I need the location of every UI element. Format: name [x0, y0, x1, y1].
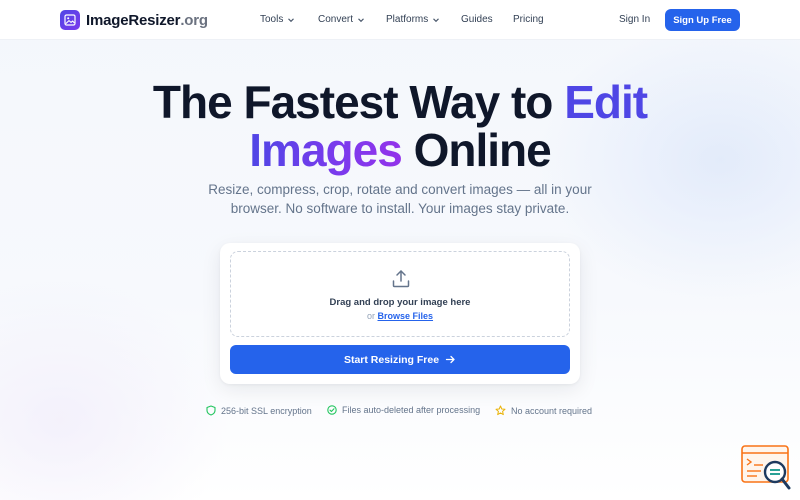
trust-no-account-label: No account required [511, 405, 593, 416]
hero-title-line1: The Fastest Way to Edit [152, 76, 648, 128]
trust-auto-delete-label: Files auto-deleted after processing [342, 405, 481, 415]
star-icon [495, 405, 506, 416]
search-code-icon [741, 445, 791, 490]
brand-logo[interactable]: ImageResizer.org [60, 10, 208, 30]
or-text: or [366, 311, 375, 321]
shield-icon [206, 405, 216, 416]
top-nav: ImageResizer.org Tools Convert Platforms… [0, 0, 800, 40]
trust-ssl-label: 256-bit SSL encryption [221, 405, 312, 416]
hero-highlight-images: Images [249, 124, 403, 176]
hero-title-line2: Images Online [249, 124, 551, 176]
nav-pricing-label: Pricing [513, 14, 544, 25]
help-widget[interactable] [741, 444, 793, 492]
trust-auto-delete: Files auto-deleted after processing [327, 405, 480, 415]
chevron-down-icon [358, 17, 364, 22]
nav-platforms[interactable]: Platforms [386, 14, 440, 25]
browse-files-link[interactable]: Browse Files [378, 311, 434, 321]
sign-in-link[interactable]: Sign In [619, 14, 650, 25]
check-circle-icon [327, 405, 337, 415]
nav-platforms-label: Platforms [386, 14, 429, 25]
chevron-down-icon [288, 17, 295, 22]
chevron-down-icon [433, 17, 440, 22]
nav-guides-label: Guides [461, 14, 493, 25]
drop-instructions: Drag and drop your image here [329, 297, 471, 308]
brand-name: ImageResizer.org [86, 11, 208, 29]
drop-zone[interactable]: Drag and drop your image here or Browse … [230, 251, 570, 337]
start-resizing-button[interactable]: Start Resizing Free [230, 345, 570, 374]
nav-convert[interactable]: Convert [318, 14, 365, 25]
upload-card: Drag and drop your image here or Browse … [220, 243, 580, 384]
nav-tools-label: Tools [260, 14, 284, 25]
nav-pricing[interactable]: Pricing [513, 14, 544, 25]
image-logo-icon [60, 10, 80, 30]
browse-row: or Browse Files [231, 311, 569, 321]
start-resizing-label: Start Resizing Free [343, 353, 440, 366]
trust-ssl: 256-bit SSL encryption [206, 405, 312, 416]
arrow-right-icon [445, 355, 455, 364]
hero-highlight-edit: Edit [564, 76, 648, 128]
upload-icon [392, 270, 410, 288]
trust-no-account: No account required [495, 405, 592, 416]
nav-convert-label: Convert [318, 14, 354, 25]
brand-tld: .org [180, 11, 208, 29]
hero-title: The Fastest Way to Edit Images Online [0, 78, 800, 174]
hero-subtitle: Resize, compress, crop, rotate and conve… [208, 182, 592, 216]
nav-tools[interactable]: Tools [260, 14, 295, 25]
nav-guides[interactable]: Guides [461, 14, 493, 25]
sign-up-button[interactable]: Sign Up Free [665, 9, 740, 31]
